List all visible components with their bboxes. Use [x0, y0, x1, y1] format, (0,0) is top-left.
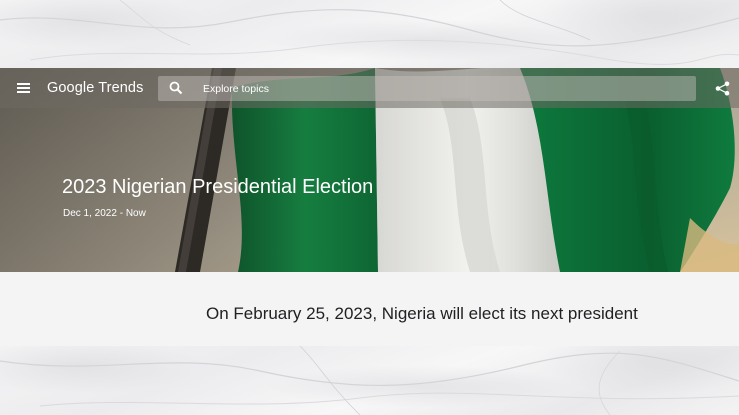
app-logo[interactable]: Google Trends [47, 80, 143, 96]
summary-headline: On February 25, 2023, Nigeria will elect… [206, 304, 638, 323]
hero-banner: Google Trends 2023 Nigerian Presidential… [0, 68, 739, 272]
date-range: Dec 1, 2022 - Now [63, 208, 146, 219]
marble-background-bottom [0, 346, 739, 415]
hamburger-menu-icon[interactable] [17, 83, 30, 93]
search-icon[interactable] [169, 81, 183, 95]
page-title: 2023 Nigerian Presidential Election [62, 176, 374, 198]
share-icon[interactable] [715, 81, 730, 96]
search-bar[interactable] [158, 76, 696, 101]
marble-background-top [0, 0, 739, 68]
search-input[interactable] [203, 76, 683, 101]
top-app-bar: Google Trends [0, 68, 739, 108]
